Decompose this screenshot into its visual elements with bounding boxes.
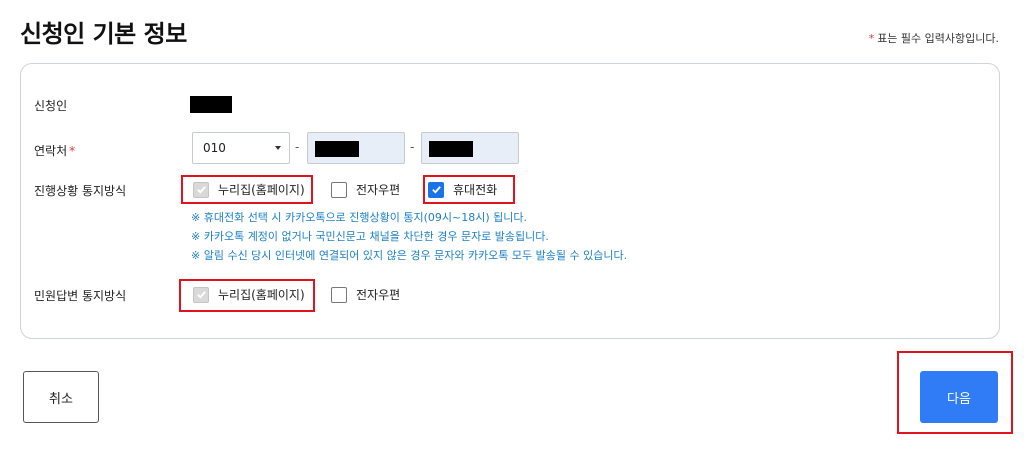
note-line: ※ 알림 수신 당시 인터넷에 연결되어 있지 않은 경우 문자와 카카오톡 모…	[191, 249, 628, 262]
highlight-box	[423, 175, 515, 204]
required-star: *	[868, 32, 875, 45]
reply-email-checkbox[interactable]	[331, 286, 347, 303]
applicant-label: 신청인	[34, 99, 68, 113]
note-line: ※ 카카오톡 계정이 없거나 국민신문고 채널을 차단한 경우 문자로 발송됩니…	[191, 230, 549, 243]
phone-last-redacted	[429, 141, 473, 157]
highlight-box	[179, 279, 315, 312]
chevron-down-icon	[275, 146, 281, 150]
phone-separator-2: -	[410, 140, 415, 154]
progress-notes: ※ 휴대전화 선택 시 카카오톡으로 진행상황이 통지(09시~18시) 됩니다…	[191, 208, 627, 265]
highlight-box	[897, 351, 1013, 434]
reply-email-label: 전자우편	[356, 288, 401, 302]
phone-prefix-select[interactable]: 010	[192, 132, 290, 164]
phone-middle-input[interactable]	[307, 132, 405, 164]
highlight-box	[181, 175, 313, 204]
progress-email-label: 전자우편	[356, 183, 401, 197]
required-note: * 표는 필수 입력사항입니다.	[869, 30, 999, 46]
progress-notify-label: 진행상황 통지방식	[34, 184, 127, 198]
required-note-text: 표는 필수 입력사항입니다.	[877, 32, 999, 45]
reply-notify-label: 민원답변 통지방식	[34, 289, 127, 303]
phone-prefix-value: 010	[203, 141, 226, 155]
contact-label-text: 연락처	[34, 144, 68, 158]
applicant-name-redacted	[190, 96, 232, 113]
contact-label: 연락처 *	[34, 142, 75, 159]
phone-separator-1: -	[295, 140, 300, 154]
reply-option-email[interactable]: 전자우편	[331, 286, 400, 303]
cancel-button[interactable]: 취소	[23, 371, 99, 423]
progress-option-email[interactable]: 전자우편	[331, 181, 400, 198]
phone-middle-redacted	[315, 141, 359, 157]
phone-last-input[interactable]	[421, 132, 519, 164]
progress-email-checkbox[interactable]	[331, 181, 347, 198]
note-line: ※ 휴대전화 선택 시 카카오톡으로 진행상황이 통지(09시~18시) 됩니다…	[191, 211, 527, 224]
contact-required-star: *	[69, 144, 76, 158]
page-title: 신청인 기본 정보	[20, 20, 187, 48]
